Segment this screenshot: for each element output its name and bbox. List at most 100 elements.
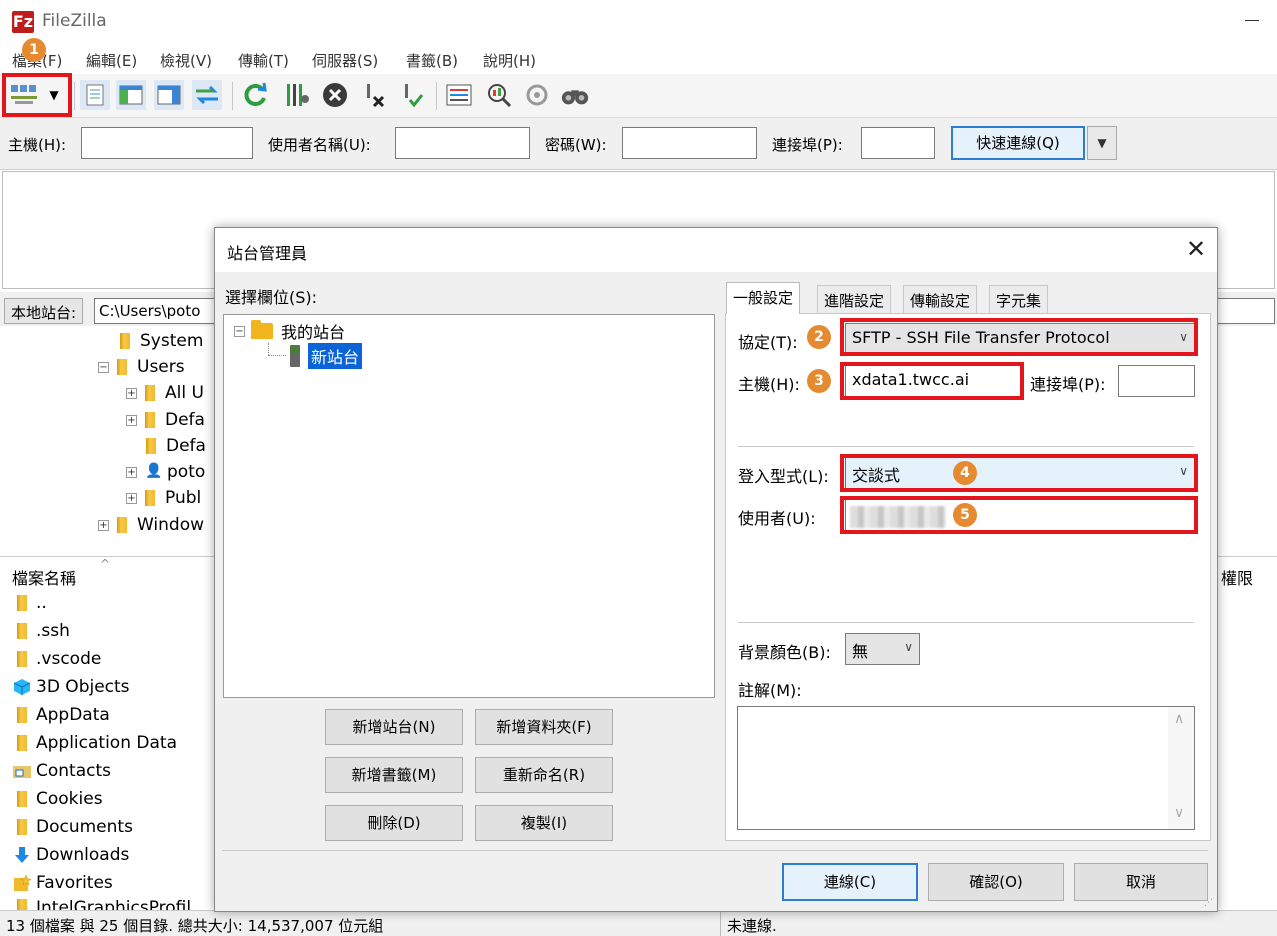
step-badge-2: 2	[807, 325, 831, 349]
tree-item-all-users[interactable]: + All U	[126, 380, 204, 406]
expand-icon[interactable]: +	[126, 387, 137, 399]
tree-item-system[interactable]: System	[120, 328, 203, 354]
cancel-icon[interactable]	[320, 80, 350, 110]
local-status-text: 13 個檔案 與 25 個目錄. 總共大小: 14,537,007 位元組	[6, 917, 384, 935]
site-manager-icon[interactable]	[6, 80, 42, 110]
process-queue-icon[interactable]	[282, 80, 312, 110]
file-row[interactable]: Cookies	[12, 786, 103, 812]
file-row[interactable]: 3D Objects	[12, 674, 130, 700]
file-row[interactable]: ..	[12, 590, 47, 616]
tab-advanced[interactable]: 進階設定	[817, 285, 892, 313]
file-row[interactable]: Application Data	[12, 730, 177, 756]
chevron-down-icon: ∨	[1179, 330, 1188, 344]
file-row[interactable]: Contacts	[12, 758, 111, 784]
remote-status-text: 未連線.	[727, 917, 777, 935]
menu-view[interactable]: 檢視(V)	[160, 50, 212, 71]
dialog-title-bar: 站台管理員 ✕	[215, 228, 1217, 272]
window-title: FileZilla	[42, 11, 107, 31]
comments-textarea[interactable]: ∧ ∨	[737, 706, 1195, 830]
resize-grip-icon[interactable]: ⋰	[1204, 898, 1213, 908]
expand-icon[interactable]: +	[126, 414, 137, 426]
quickconnect-dropdown-icon[interactable]: ▼	[1087, 126, 1117, 160]
duplicate-button[interactable]: 複製(I)	[475, 805, 613, 841]
tab-transfer[interactable]: 傳輸設定	[903, 285, 978, 313]
message-log-icon[interactable]	[80, 80, 110, 110]
site-tree-item-new-site[interactable]: 新站台	[290, 343, 363, 369]
disconnect-icon[interactable]	[358, 80, 388, 110]
site-manager-dropdown-icon[interactable]: ▼	[42, 80, 66, 110]
scroll-down-icon[interactable]: ∨	[1174, 805, 1184, 821]
ok-button[interactable]: 確認(O)	[928, 863, 1064, 901]
comments-scrollbar[interactable]: ∧ ∨	[1168, 707, 1194, 829]
port-input[interactable]	[1118, 365, 1195, 397]
tree-item-default-user[interactable]: Defa	[146, 433, 206, 459]
delete-button[interactable]: 刪除(D)	[325, 805, 463, 841]
column-header-filename[interactable]: 檔案名稱	[12, 565, 76, 589]
menu-edit[interactable]: 編輯(E)	[86, 50, 137, 71]
expand-icon[interactable]: +	[126, 492, 137, 504]
reconnect-icon[interactable]	[396, 80, 426, 110]
file-row[interactable]: .vscode	[12, 646, 101, 672]
title-bar: Fz FileZilla	[0, 0, 1277, 44]
folder-icon	[145, 412, 155, 428]
file-row[interactable]: Documents	[12, 814, 133, 840]
divider	[738, 622, 1194, 623]
chevron-down-icon: ∨	[1179, 464, 1188, 478]
menu-transfer[interactable]: 傳輸(T)	[238, 50, 289, 71]
chevron-down-icon: ∨	[904, 640, 913, 654]
expand-icon[interactable]: +	[98, 519, 109, 531]
comments-label: 註解(M):	[738, 681, 802, 700]
column-header-permissions[interactable]: 權限	[1221, 565, 1253, 589]
sync-browse-icon[interactable]	[522, 80, 552, 110]
filter-icon[interactable]	[444, 80, 474, 110]
toolbar-separator	[436, 82, 437, 110]
background-color-select[interactable]: 無 ∨	[845, 633, 920, 665]
tree-item-users[interactable]: − Users	[98, 354, 185, 380]
minimize-icon[interactable]	[1245, 20, 1259, 21]
file-row[interactable]: AppData	[12, 702, 110, 728]
collapse-icon[interactable]: −	[234, 325, 245, 337]
sort-ascending-icon: ^	[100, 557, 111, 571]
logon-type-label: 登入型式(L):	[738, 467, 829, 486]
rename-button[interactable]: 重新命名(R)	[475, 757, 613, 793]
new-site-button[interactable]: 新增站台(N)	[325, 709, 463, 745]
tree-item-default[interactable]: + Defa	[126, 407, 205, 433]
collapse-icon[interactable]: −	[98, 361, 109, 373]
user-label: 使用者(U):	[738, 509, 816, 528]
compare-icon[interactable]	[484, 80, 514, 110]
site-tree-root[interactable]: − 我的站台	[234, 319, 345, 343]
qc-port-input[interactable]	[861, 127, 935, 159]
new-bookmark-button[interactable]: 新增書籤(M)	[325, 757, 463, 793]
quickconnect-button[interactable]: 快速連線(Q)	[951, 126, 1085, 160]
protocol-select[interactable]: SFTP - SSH File Transfer Protocol ∨	[845, 323, 1195, 355]
qc-user-input[interactable]	[395, 127, 530, 159]
file-row[interactable]: .ssh	[12, 618, 70, 644]
remote-tree-icon[interactable]	[154, 80, 184, 110]
menu-server[interactable]: 伺服器(S)	[312, 50, 378, 71]
file-row[interactable]: Downloads	[12, 842, 129, 868]
tree-item-windows[interactable]: + Window	[98, 512, 204, 538]
qc-host-input[interactable]	[81, 127, 253, 159]
close-icon[interactable]: ✕	[1183, 236, 1209, 262]
new-folder-button[interactable]: 新增資料夾(F)	[475, 709, 613, 745]
logon-type-select[interactable]: 交談式 ∨	[845, 457, 1195, 489]
refresh-icon[interactable]	[240, 80, 270, 110]
scroll-up-icon[interactable]: ∧	[1174, 711, 1184, 727]
menu-bookmarks[interactable]: 書籤(B)	[406, 50, 458, 71]
host-input[interactable]: xdata1.twcc.ai	[845, 365, 1021, 397]
expand-icon[interactable]: +	[126, 466, 137, 478]
search-icon[interactable]	[560, 80, 590, 110]
tab-charset[interactable]: 字元集	[989, 285, 1049, 313]
cancel-button[interactable]: 取消	[1074, 863, 1208, 901]
tree-connector	[268, 355, 286, 356]
toolbar: ▼	[0, 74, 1277, 118]
tree-item-poto[interactable]: + 👤 poto	[126, 459, 205, 485]
transfer-queue-icon[interactable]	[192, 80, 222, 110]
local-tree-icon[interactable]	[116, 80, 146, 110]
connect-button[interactable]: 連線(C)	[782, 863, 918, 901]
menu-help[interactable]: 說明(H)	[483, 50, 536, 71]
qc-pass-input[interactable]	[622, 127, 757, 159]
tree-item-public[interactable]: + Publ	[126, 485, 201, 511]
tab-general[interactable]: 一般設定	[726, 282, 801, 314]
file-row[interactable]: Favorites	[12, 870, 113, 896]
